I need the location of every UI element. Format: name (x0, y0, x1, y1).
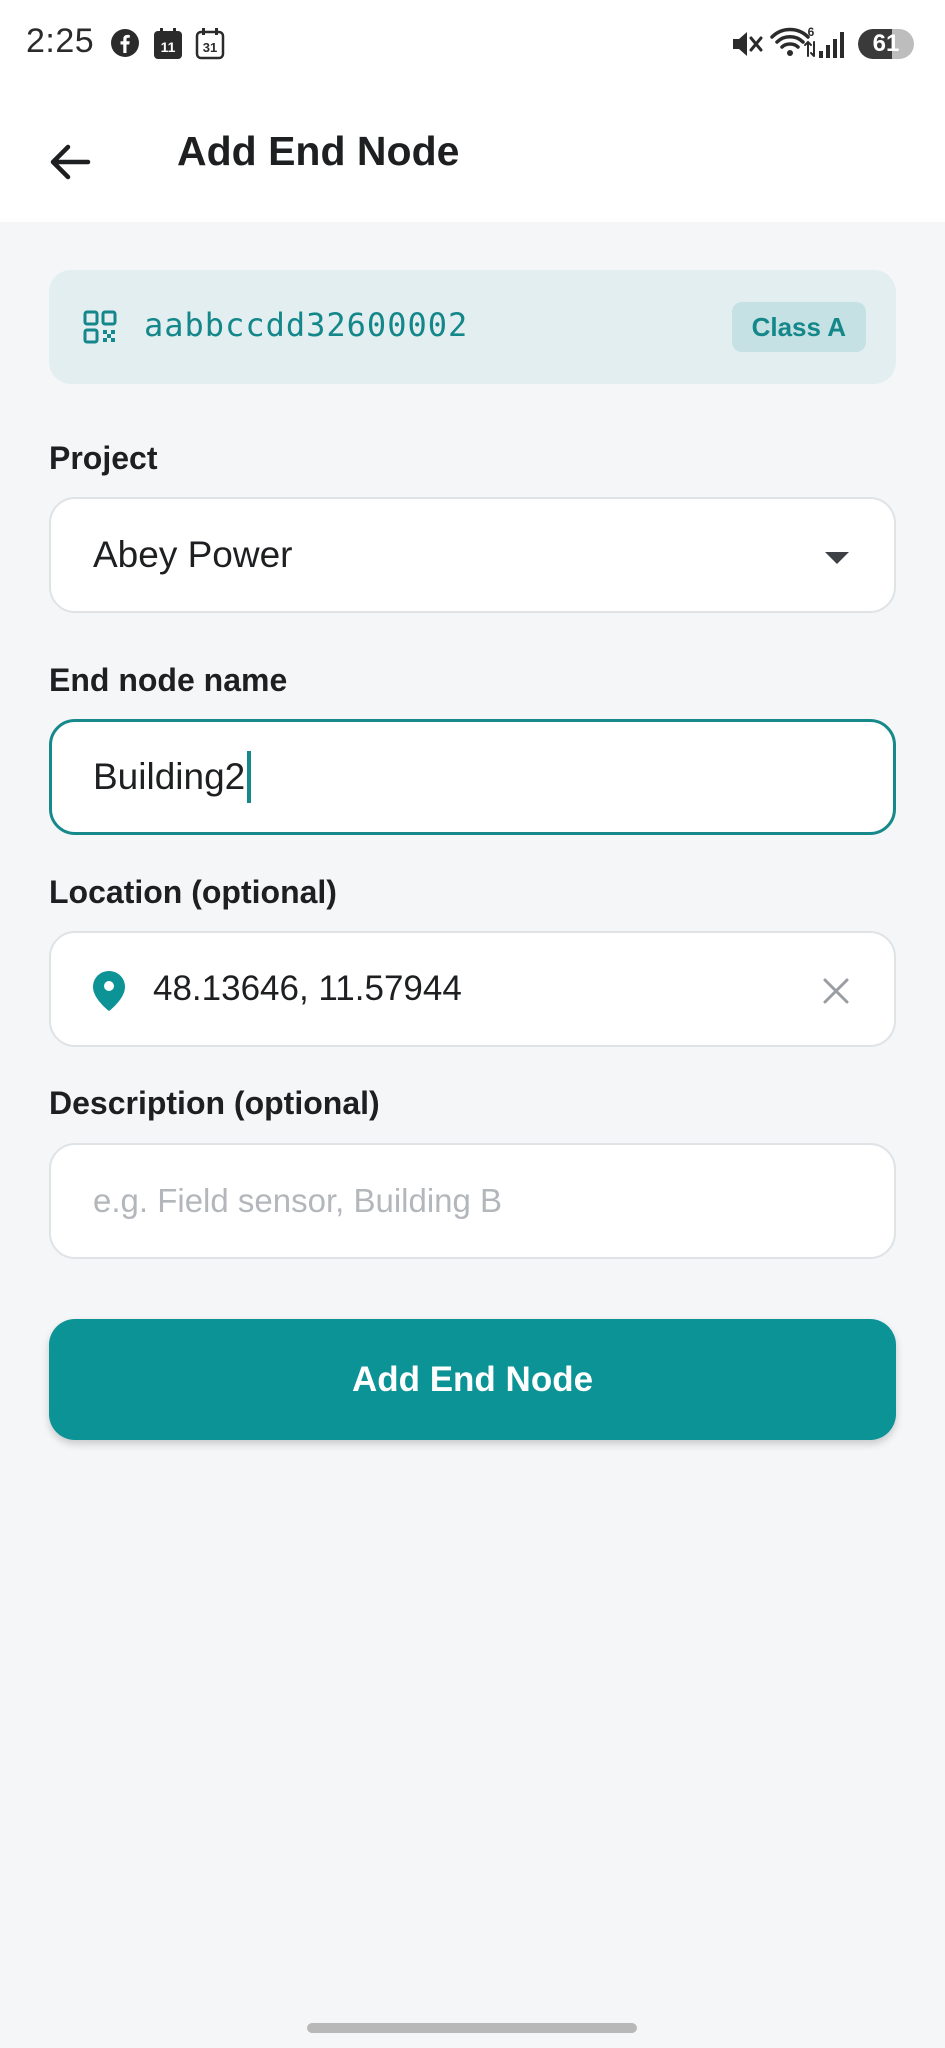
end-node-name-input-wrapper: Building2 (93, 722, 252, 832)
status-time: 2:25 (26, 22, 95, 60)
location-value: 48.13646, 11.57944 (153, 969, 462, 1008)
end-node-name-field[interactable]: Building2 (49, 719, 896, 835)
description-label: Description (optional) (49, 1085, 380, 1121)
page-title: Add End Node (177, 128, 460, 174)
status-bar: 2:25 11 31 6 61 (0, 0, 945, 90)
mute-icon (730, 29, 764, 64)
battery-icon: 61 (858, 29, 914, 59)
close-icon (823, 978, 849, 1004)
calendar-day-2: 31 (203, 40, 217, 55)
dropdown-arrow-icon (824, 551, 850, 570)
arrow-left-icon (50, 144, 91, 180)
calendar-11-icon: 11 (153, 28, 183, 65)
back-button[interactable] (30, 122, 110, 202)
location-label: Location (optional) (49, 874, 337, 910)
text-caret (247, 751, 252, 803)
class-badge: Class A (731, 302, 866, 352)
calendar-day-1: 11 (161, 39, 176, 55)
add-end-node-button[interactable]: Add End Node (49, 1319, 896, 1440)
location-pin-icon (91, 969, 127, 1018)
battery-level: 61 (872, 30, 900, 57)
facebook-icon (110, 28, 140, 63)
calendar-31-icon: 31 (195, 28, 225, 65)
description-field[interactable]: e.g. Field sensor, Building B (49, 1143, 896, 1259)
device-eui: aabbccdd32600002 (144, 306, 469, 344)
end-node-name-label: End node name (49, 662, 288, 698)
wifi-badge: 6 (808, 26, 815, 39)
signal-icon (818, 29, 850, 64)
project-value: Abey Power (93, 534, 293, 575)
clear-location-button[interactable] (808, 963, 864, 1019)
location-field[interactable]: 48.13646, 11.57944 (49, 931, 896, 1047)
app-bar: Add End Node (0, 90, 945, 222)
home-indicator[interactable] (307, 2023, 637, 2033)
qr-code-icon (83, 310, 117, 349)
description-placeholder: e.g. Field sensor, Building B (93, 1182, 503, 1219)
project-label: Project (49, 440, 158, 476)
end-node-name-value: Building2 (93, 756, 246, 797)
device-card: aabbccdd32600002 Class A (49, 270, 896, 384)
project-dropdown[interactable]: Abey Power (49, 497, 896, 613)
wifi-icon: 6 (770, 25, 816, 65)
